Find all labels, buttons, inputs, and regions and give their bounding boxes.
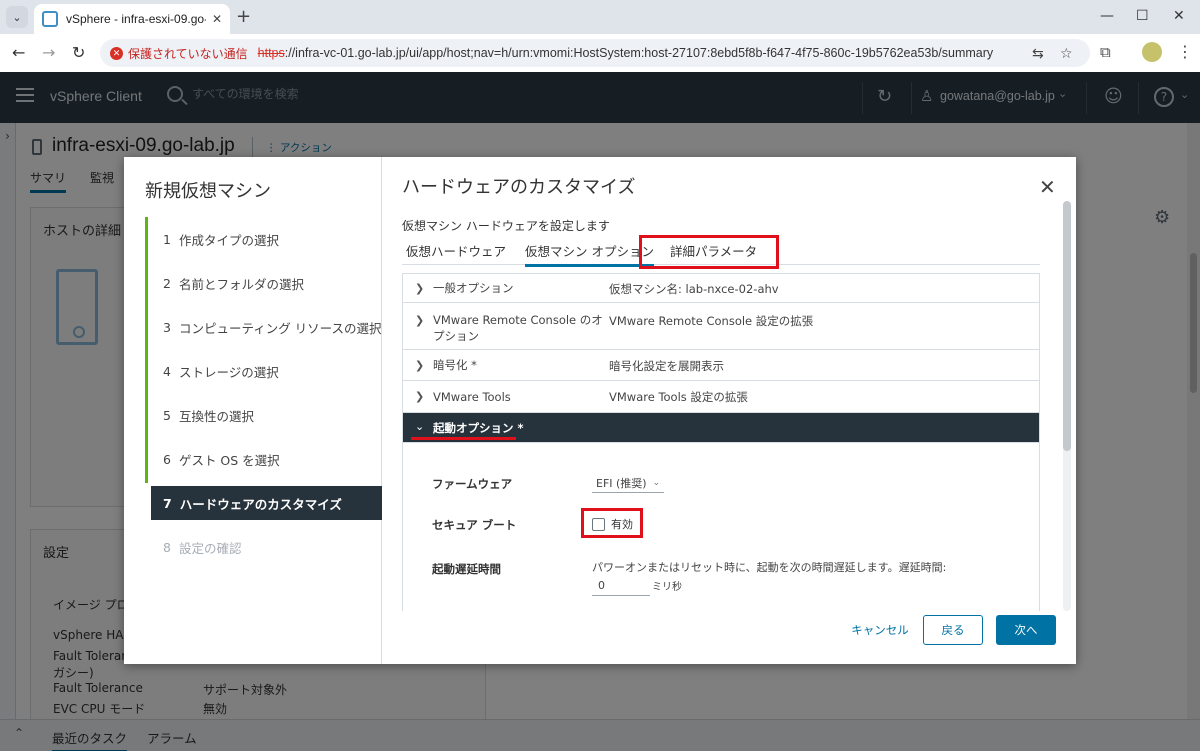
wizard-step[interactable]: 3 コンピューティング リソースの選択	[151, 310, 382, 344]
step-number: 5	[163, 407, 171, 423]
step-number: 8	[163, 539, 171, 555]
step-number: 6	[163, 451, 171, 467]
profile-icon[interactable]	[1142, 42, 1162, 62]
section-general-options[interactable]: ❯ 一般オプション 仮想マシン名: lab-nxce-02-ahv	[403, 274, 1039, 303]
chevron-right-icon: ❯	[415, 282, 425, 295]
chevron-down-icon: ⌄	[652, 477, 661, 488]
chevron-right-icon: ❯	[415, 314, 425, 327]
content-subtitle: 仮想マシン ハードウェアを設定します	[402, 219, 610, 233]
step-label: ハードウェアのカスタマイズ	[179, 496, 342, 512]
chevron-right-icon: ❯	[415, 390, 425, 403]
url-scheme: https	[257, 46, 285, 60]
tab-list-icon[interactable]: ⌄	[6, 6, 28, 28]
firmware-label: ファームウェア	[432, 477, 513, 491]
new-vm-wizard: 新規仮想マシン 1 作成タイプの選択 2 名前とフォルダの選択 3 コンピューティング リ…	[124, 157, 1076, 664]
step-label: ゲスト OS を選択	[178, 452, 280, 468]
section-value: 仮想マシン名: lab-nxce-02-ahv	[609, 282, 779, 296]
step-number: 7	[163, 495, 172, 511]
favicon-icon	[42, 11, 58, 27]
window-close-icon[interactable]: ✕	[1173, 8, 1185, 24]
section-remote-console[interactable]: ❯ VMware Remote Console のオプション VMware Re…	[403, 303, 1039, 350]
wizard-steps: 新規仮想マシン 1 作成タイプの選択 2 名前とフォルダの選択 3 コンピューティング リ…	[124, 157, 382, 664]
section-value: VMware Remote Console 設定の拡張	[609, 314, 814, 328]
url-path: ://infra-vc-01.go-lab.jp/ui/app/host;nav…	[284, 46, 994, 60]
highlight-underline	[411, 437, 516, 440]
translate-icon[interactable]: ⇆	[1032, 46, 1044, 62]
step-number: 1	[163, 231, 171, 247]
section-vmware-tools[interactable]: ❯ VMware Tools VMware Tools 設定の拡張	[403, 381, 1039, 413]
maximize-icon[interactable]: ☐	[1136, 8, 1149, 24]
section-label: 一般オプション	[433, 281, 514, 295]
back-button[interactable]: 戻る	[923, 615, 983, 645]
extensions-icon[interactable]: ⧉	[1100, 43, 1111, 61]
step-label: 設定の確認	[178, 540, 242, 556]
address-bar: ← → ↻ ✕ 保護されていない通信 https://infra-vc-01.g…	[0, 34, 1200, 72]
step-number: 3	[163, 319, 171, 335]
firmware-select[interactable]: EFI (推奨) ⌄	[592, 473, 664, 493]
browser-tab-strip: ⌄ vSphere - infra-esxi-09.go-lab.jp ✕ + …	[0, 0, 1200, 34]
section-label: VMware Remote Console のオプション	[433, 313, 603, 343]
section-value: 暗号化設定を展開表示	[609, 359, 724, 373]
step-number: 2	[163, 275, 171, 291]
url-text: https://infra-vc-01.go-lab.jp/ui/app/hos…	[258, 46, 994, 60]
more-icon[interactable]: ⋮	[1177, 42, 1193, 61]
step-label: コンピューティング リソースの選択	[178, 320, 382, 336]
back-icon[interactable]: ←	[12, 43, 25, 62]
section-encryption[interactable]: ❯ 暗号化 * 暗号化設定を展開表示	[403, 350, 1039, 381]
content-title: ハードウェアのカスタマイズ	[402, 177, 636, 197]
boot-delay-description: パワーオンまたはリセット時に、起動を次の時間遅延します。遅延時間:	[592, 561, 947, 574]
progress-rail	[145, 217, 148, 483]
plus-icon[interactable]: +	[236, 6, 251, 27]
step-label: 名前とフォルダの選択	[178, 276, 304, 292]
section-label: 起動オプション *	[433, 421, 524, 435]
step-number: 4	[163, 363, 171, 379]
highlight-box	[581, 508, 643, 538]
section-label: VMware Tools	[433, 390, 511, 404]
boot-delay-input[interactable]	[592, 576, 650, 596]
close-icon[interactable]: ✕	[1039, 177, 1056, 197]
wizard-title: 新規仮想マシン	[145, 181, 271, 201]
section-label: 暗号化 *	[433, 358, 477, 372]
close-icon[interactable]: ✕	[212, 12, 222, 26]
minimize-icon[interactable]: —	[1100, 8, 1114, 24]
reload-icon[interactable]: ↻	[72, 43, 85, 62]
wizard-step[interactable]: 7 ハードウェアのカスタマイズ	[151, 486, 382, 520]
wizard-step[interactable]: 6 ゲスト OS を選択	[151, 442, 382, 476]
wizard-step: 8 設定の確認	[151, 530, 382, 564]
cancel-button[interactable]: キャンセル	[845, 615, 915, 645]
browser-tab-title: vSphere - infra-esxi-09.go-lab.jp	[66, 12, 206, 26]
wizard-step[interactable]: 4 ストレージの選択	[151, 354, 382, 388]
scrollbar-thumb[interactable]	[1063, 201, 1071, 451]
wizard-step[interactable]: 1 作成タイプの選択	[151, 222, 382, 256]
firmware-value: EFI (推奨)	[596, 476, 647, 490]
wizard-step[interactable]: 2 名前とフォルダの選択	[151, 266, 382, 300]
browser-tab[interactable]: vSphere - infra-esxi-09.go-lab.jp ✕	[34, 4, 230, 34]
step-label: 互換性の選択	[178, 408, 254, 424]
boot-delay-unit: ミリ秒	[652, 582, 682, 593]
chevron-down-icon: ⌄	[415, 420, 425, 433]
step-label: ストレージの選択	[178, 364, 279, 380]
chevron-right-icon: ❯	[415, 359, 425, 372]
forward-icon[interactable]: →	[42, 43, 55, 62]
star-icon[interactable]: ☆	[1060, 46, 1073, 62]
url-field[interactable]: ✕ 保護されていない通信 https://infra-vc-01.go-lab.…	[100, 39, 1090, 67]
boot-delay-label: 起動遅延時間	[432, 562, 501, 576]
security-label: 保護されていない通信	[128, 46, 248, 61]
highlight-box	[639, 235, 779, 269]
next-button[interactable]: 次へ	[996, 615, 1056, 645]
step-label: 作成タイプの選択	[178, 232, 279, 248]
security-indicator[interactable]: ✕ 保護されていない通信	[110, 45, 248, 62]
content-scrollbar[interactable]	[1063, 201, 1071, 611]
warning-icon: ✕	[110, 46, 123, 60]
wizard-content: ハードウェアのカスタマイズ ✕ 仮想マシン ハードウェアを設定します 仮想ハード…	[383, 157, 1076, 664]
tab-virtual-hardware[interactable]: 仮想ハードウェア	[406, 241, 506, 260]
section-value: VMware Tools 設定の拡張	[609, 390, 748, 404]
tab-vm-options[interactable]: 仮想マシン オプション	[525, 241, 654, 267]
secure-boot-label: セキュア ブート	[432, 518, 517, 532]
wizard-step[interactable]: 5 互換性の選択	[151, 398, 382, 432]
